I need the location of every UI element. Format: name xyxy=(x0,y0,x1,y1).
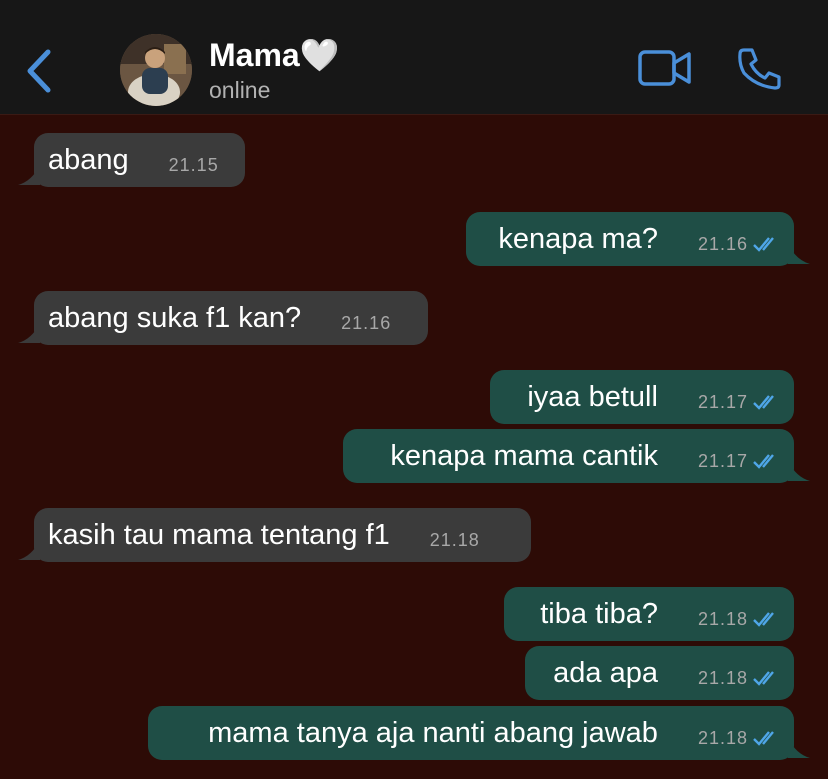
double-check-icon xyxy=(753,612,774,627)
bubble-tail xyxy=(18,323,40,343)
message-outgoing[interactable]: ada apa 21.18 xyxy=(525,646,794,700)
bubble-tail xyxy=(18,165,40,185)
message-text: abang suka f1 kan? xyxy=(48,301,302,334)
message-time: 21.17 xyxy=(697,391,748,412)
message-outgoing[interactable]: mama tanya aja nanti abang jawab 21.18 xyxy=(148,706,810,760)
chevron-left-icon xyxy=(27,49,51,93)
message-text: mama tanya aja nanti abang jawab xyxy=(208,716,658,749)
contact-name[interactable]: Mama🤍 xyxy=(209,36,340,74)
double-check-icon xyxy=(753,237,774,252)
message-text: kasih tau mama tentang f1 xyxy=(48,518,390,551)
chat-header: Mama🤍 online xyxy=(0,0,828,115)
message-time: 21.16 xyxy=(341,312,392,333)
message-time: 21.16 xyxy=(697,233,748,254)
message-time: 21.15 xyxy=(168,154,219,175)
avatar-image xyxy=(120,34,192,106)
bubble-tail xyxy=(788,738,810,758)
message-text: ada apa xyxy=(553,656,658,689)
message-time: 21.17 xyxy=(697,450,748,471)
phone-icon xyxy=(738,48,781,90)
contact-status: online xyxy=(209,77,271,103)
double-check-icon xyxy=(753,395,774,410)
message-text: kenapa ma? xyxy=(498,222,658,255)
message-time: 21.18 xyxy=(429,529,480,550)
bubble-tail xyxy=(18,540,40,560)
avatar[interactable] xyxy=(120,34,192,106)
message-incoming[interactable]: kasih tau mama tentang f1 21.18 xyxy=(18,508,531,562)
message-time: 21.18 xyxy=(697,608,748,629)
message-incoming[interactable]: abang suka f1 kan? 21.16 xyxy=(18,291,428,345)
message-text: abang xyxy=(48,143,129,176)
message-text: iyaa betull xyxy=(527,380,658,413)
double-check-icon xyxy=(753,671,774,686)
message-outgoing[interactable]: tiba tiba? 21.18 xyxy=(504,587,794,641)
video-call-button[interactable] xyxy=(637,48,693,88)
message-list[interactable]: abang 21.15 kenapa ma? 21.16 abang suka … xyxy=(0,116,828,779)
message-outgoing[interactable]: iyaa betull 21.17 xyxy=(490,370,794,424)
video-camera-icon xyxy=(638,50,691,86)
message-time: 21.18 xyxy=(697,667,748,688)
double-check-icon xyxy=(753,731,774,746)
message-incoming[interactable]: abang 21.15 xyxy=(18,133,245,187)
bubble-tail xyxy=(788,461,810,481)
message-outgoing[interactable]: kenapa mama cantik 21.17 xyxy=(343,429,810,483)
voice-call-button[interactable] xyxy=(736,46,782,90)
double-check-icon xyxy=(753,454,774,469)
bubble-tail xyxy=(788,244,810,264)
message-outgoing[interactable]: kenapa ma? 21.16 xyxy=(466,212,810,266)
contact-name-text: Mama xyxy=(209,37,300,73)
message-text: tiba tiba? xyxy=(540,597,658,630)
message-time: 21.18 xyxy=(697,727,748,748)
message-text: kenapa mama cantik xyxy=(390,439,658,472)
white-heart-icon: 🤍 xyxy=(299,37,340,73)
back-button[interactable] xyxy=(18,44,58,98)
